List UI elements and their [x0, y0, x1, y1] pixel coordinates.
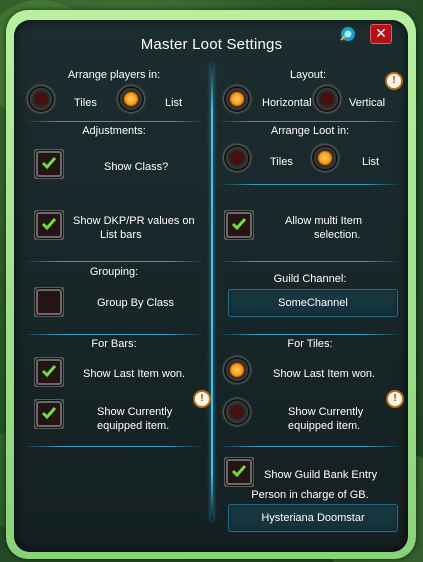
section-divider	[218, 121, 402, 122]
tiles-equipped-label-line1: Show Currently	[288, 406, 364, 418]
radio-loot-tiles-label: Tiles	[270, 156, 293, 168]
grouping-heading: Grouping:	[89, 266, 139, 278]
checkmark-icon	[231, 218, 247, 231]
tiles-last-item-label: Show Last Item won.	[273, 368, 376, 380]
window-title: Master Loot Settings	[140, 36, 283, 53]
info-icon[interactable]: !	[193, 390, 211, 408]
arrange-loot-heading: Arrange Loot in:	[270, 125, 350, 137]
radio-players-tiles-label: Tiles	[74, 97, 97, 109]
checkbox-guild-bank[interactable]	[226, 459, 252, 485]
guild-bank-label: Show Guild Bank Entry	[264, 469, 378, 481]
radio-players-list-label: List	[165, 97, 183, 109]
guild-bank-person-heading: Person in charge of GB.	[251, 489, 369, 501]
adjustments-heading: Adjustments:	[82, 125, 146, 137]
gem-icon[interactable]	[338, 24, 358, 44]
checkbox-multi-item[interactable]	[226, 212, 252, 238]
for-tiles-heading: For Tiles:	[287, 338, 333, 350]
checkbox-show-dkp[interactable]	[36, 212, 62, 238]
bars-last-item-label: Show Last Item won.	[83, 368, 186, 380]
section-divider	[218, 334, 402, 335]
section-divider	[24, 121, 204, 122]
section-divider	[24, 334, 204, 335]
guild-channel-heading: Guild Channel:	[273, 273, 347, 285]
radio-layout-horizontal-label: Horizontal	[262, 97, 312, 109]
info-icon[interactable]: !	[385, 72, 403, 90]
section-divider	[218, 261, 402, 262]
guild-bank-person-input[interactable]: Hysteriana Doomstar	[228, 504, 398, 532]
checkmark-icon	[41, 407, 57, 420]
radio-loot-list-label: List	[362, 156, 380, 168]
show-dkp-label-line2: List bars	[100, 229, 142, 241]
radio-tiles-equipped[interactable]	[226, 401, 248, 423]
checkmark-icon	[231, 465, 247, 478]
section-divider	[24, 446, 204, 447]
radio-tiles-last-item[interactable]	[226, 359, 248, 381]
multi-item-label-line2: selection.	[314, 229, 361, 241]
for-bars-heading: For Bars:	[91, 338, 137, 350]
arrange-players-heading: Arrange players in:	[67, 69, 161, 81]
show-dkp-label-line1: Show DKP/PR values on	[73, 215, 195, 227]
layout-heading: Layout:	[289, 69, 327, 81]
info-icon[interactable]: !	[386, 390, 404, 408]
section-divider	[218, 446, 402, 447]
group-by-class-label: Group By Class	[97, 297, 175, 309]
close-button[interactable]: ✕	[370, 24, 392, 44]
guild-channel-input[interactable]: SomeChannel	[228, 289, 398, 317]
radio-players-list[interactable]	[120, 88, 142, 110]
checkbox-group-by-class[interactable]	[36, 289, 62, 315]
checkmark-icon	[41, 365, 57, 378]
checkbox-bars-last-item[interactable]	[36, 359, 62, 385]
radio-loot-list[interactable]	[314, 147, 336, 169]
show-class-label: Show Class?	[104, 161, 169, 173]
section-divider	[24, 261, 204, 262]
tiles-equipped-label-line2: equipped item.	[288, 420, 361, 432]
column-divider	[211, 64, 213, 520]
checkbox-bars-equipped[interactable]	[36, 401, 62, 427]
radio-layout-horizontal[interactable]	[226, 88, 248, 110]
checkmark-icon	[41, 157, 57, 170]
bars-equipped-label-line2: equipped item.	[97, 420, 170, 432]
bars-equipped-label-line1: Show Currently	[97, 406, 173, 418]
radio-layout-vertical-label: Vertical	[349, 97, 386, 109]
section-divider	[218, 184, 402, 185]
checkbox-show-class[interactable]	[36, 151, 62, 177]
multi-item-label-line1: Allow multi Item	[285, 215, 363, 227]
radio-loot-tiles[interactable]	[226, 147, 248, 169]
radio-layout-vertical[interactable]	[316, 88, 338, 110]
radio-players-tiles[interactable]	[30, 88, 52, 110]
checkmark-icon	[41, 218, 57, 231]
